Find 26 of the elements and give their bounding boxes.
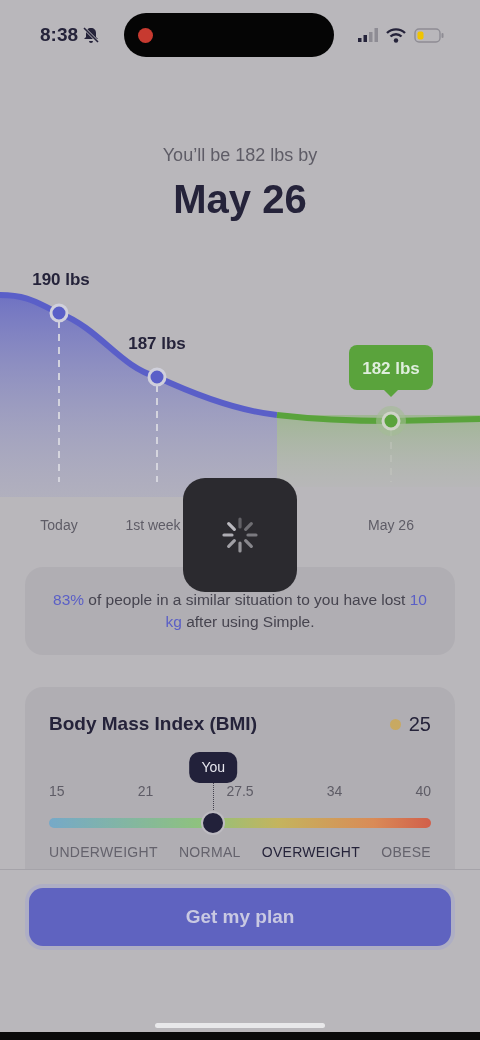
weight-label: 190 lbs xyxy=(32,270,90,289)
scale-tick: 15 xyxy=(49,782,65,801)
battery-icon xyxy=(414,27,444,43)
weight-label: 187 lbs xyxy=(128,334,186,353)
scale-tick: 34 xyxy=(326,782,343,801)
subtitle: You’ll be 182 lbs by xyxy=(161,144,319,167)
signal-icon xyxy=(358,28,378,42)
date-label: May 26 xyxy=(368,517,414,533)
spinner-icon xyxy=(222,517,258,553)
date-title: May 26 xyxy=(172,176,308,223)
you-tooltip: You xyxy=(189,752,238,783)
bmi-category: OVERWEIGHT xyxy=(261,843,361,862)
bmi-value: 25 xyxy=(408,712,431,737)
status-time: 8:38 xyxy=(40,22,79,47)
wifi-icon xyxy=(386,27,406,43)
weight-label: 182 lbs xyxy=(362,359,420,378)
scale-tick: 40 xyxy=(415,782,431,801)
stat-text: 83% of people in a similar situation to you have lost 10 kg after using Simple. xyxy=(52,589,428,632)
bmi-category: UNDERWEIGHT xyxy=(49,843,158,862)
scale-tick: 21 xyxy=(137,782,154,801)
date-label: 1st week xyxy=(125,517,181,533)
bmi-title: Body Mass Index (BMI) xyxy=(49,711,257,736)
bmi-category: NORMAL xyxy=(178,843,241,862)
bmi-category: OBESE xyxy=(381,843,431,862)
scale-tick: 27.5 xyxy=(226,782,254,801)
date-label: Today xyxy=(40,517,78,533)
